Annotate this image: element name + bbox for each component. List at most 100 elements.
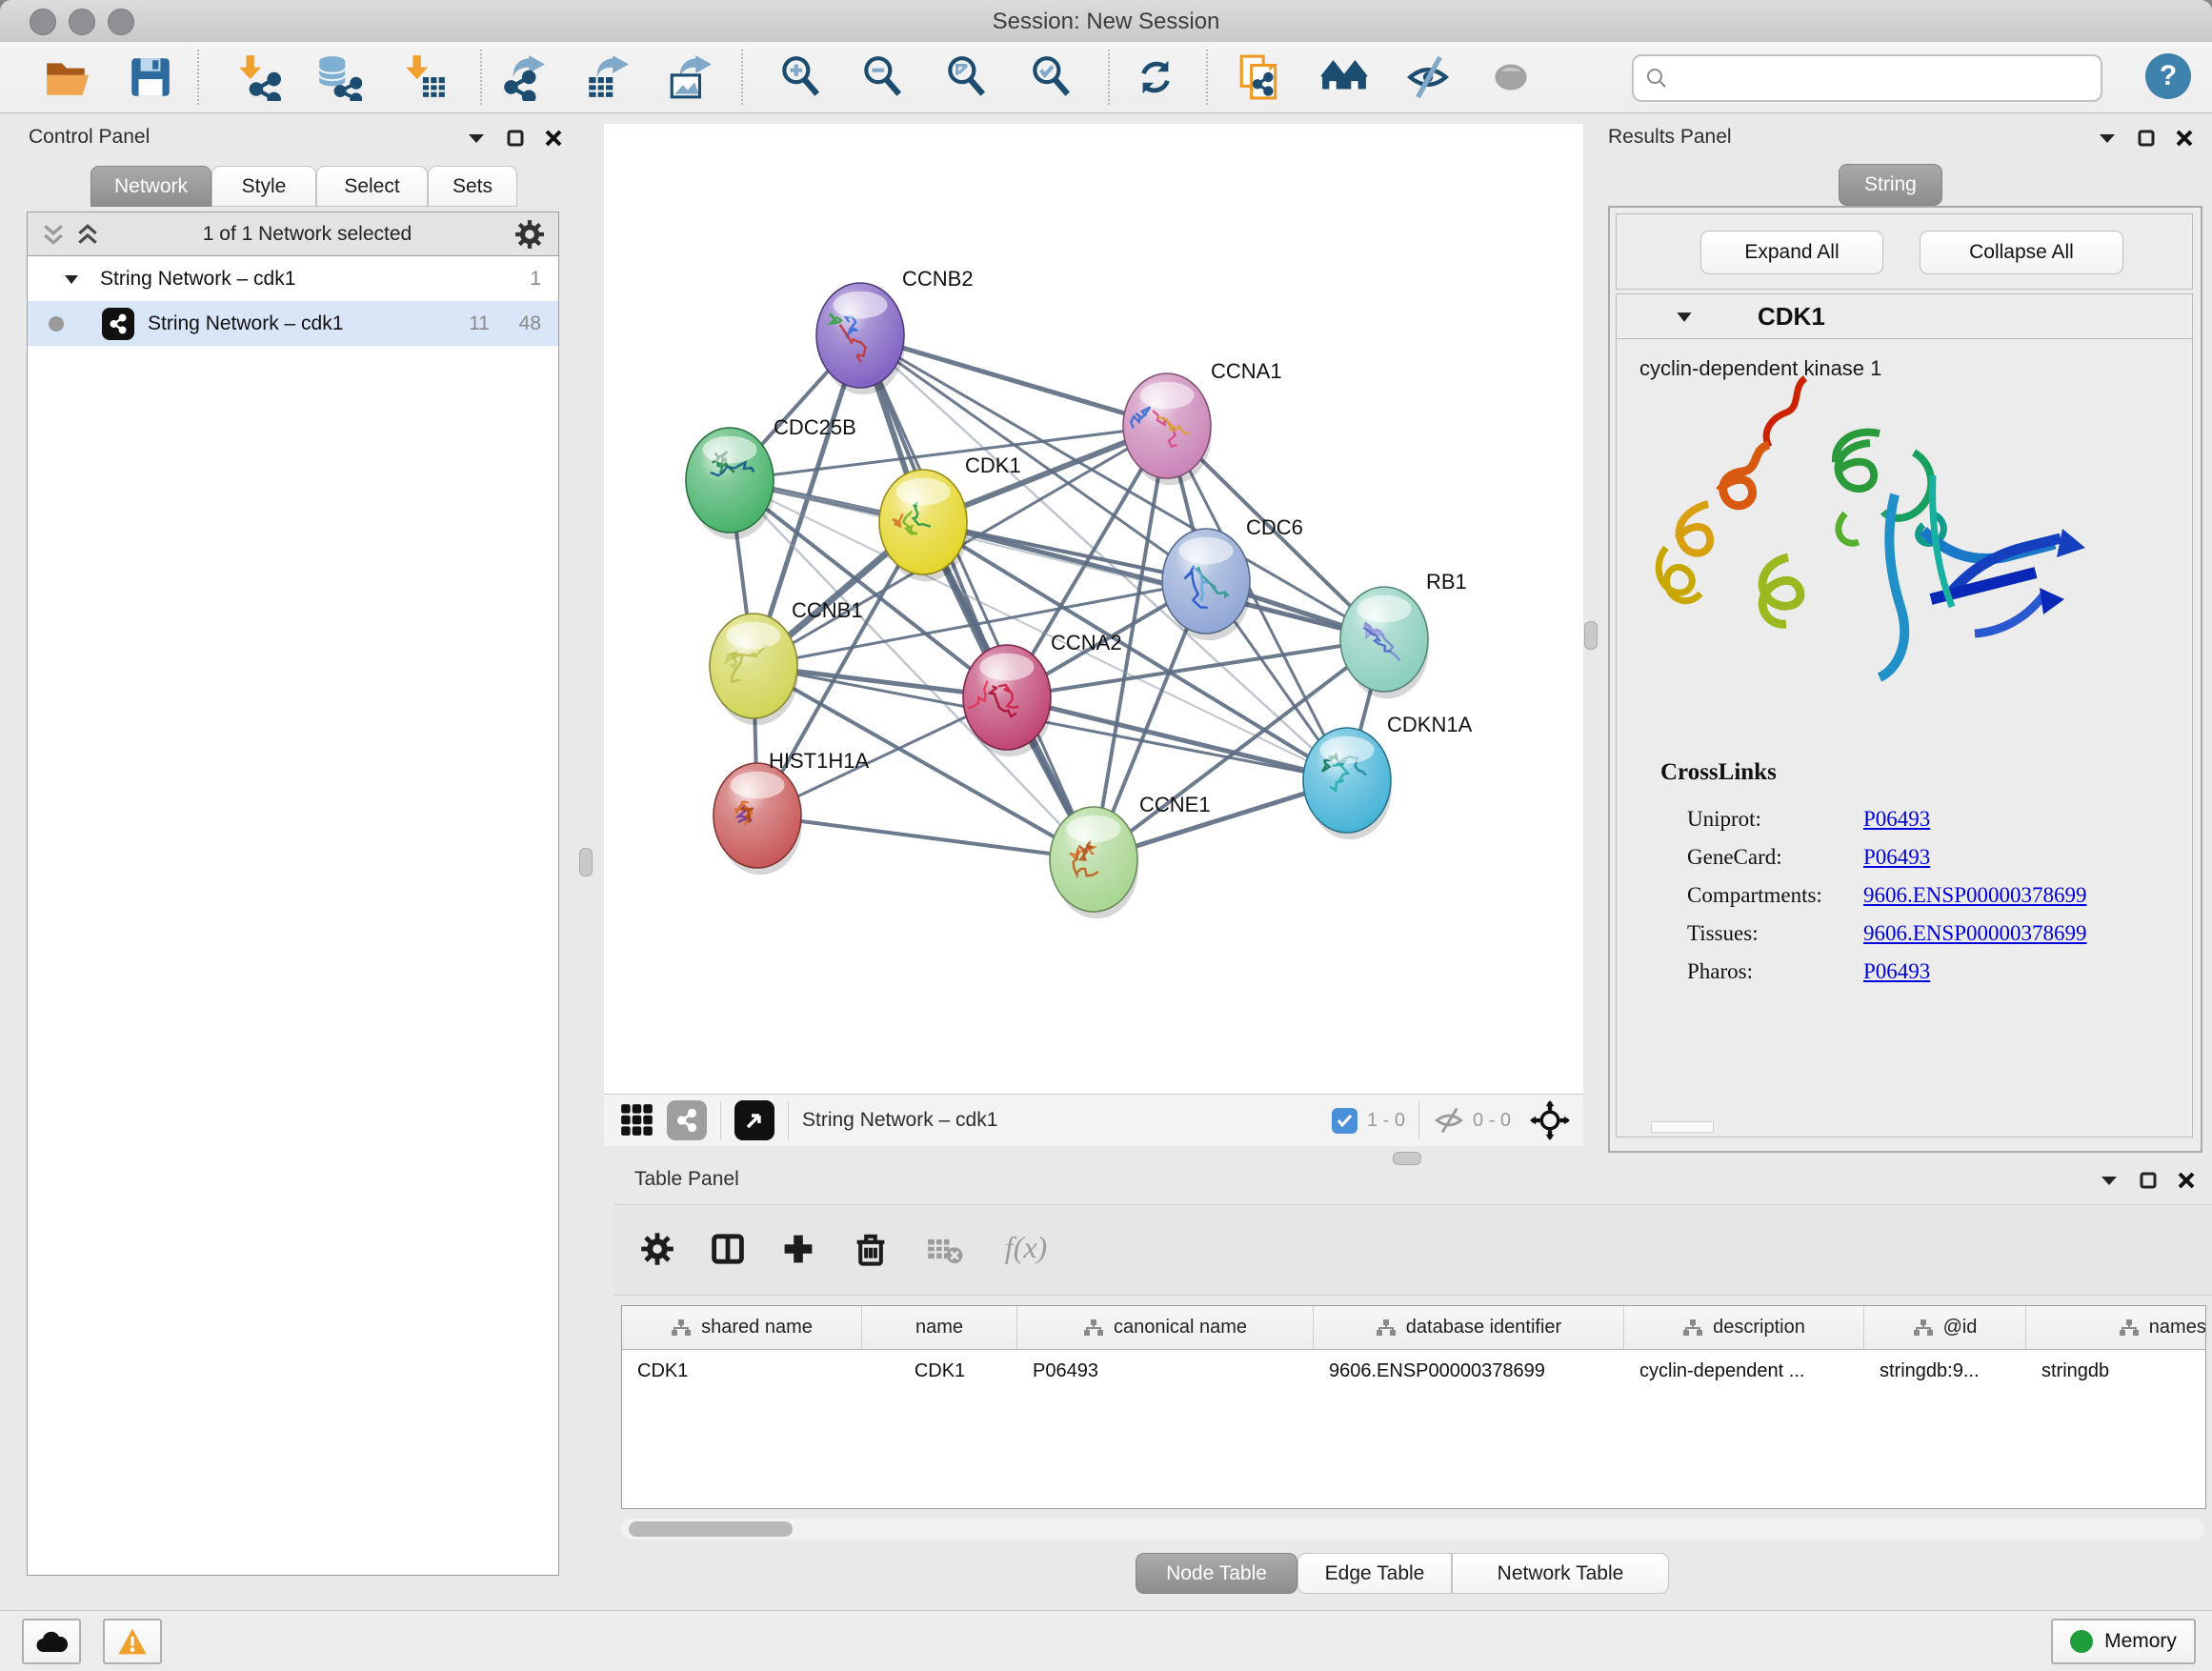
expand-all-icon[interactable]: [75, 222, 100, 247]
hidden-eye-icon: [1433, 1107, 1465, 1134]
zoom-fit-button[interactable]: [939, 52, 993, 102]
tab-node-table[interactable]: Node Table: [1136, 1553, 1297, 1594]
collapse-all-button[interactable]: Collapse All: [1920, 231, 2123, 274]
svg-text:CDC25B: CDC25B: [774, 415, 856, 439]
clone-network-button[interactable]: [1233, 52, 1286, 102]
panel-menu-icon[interactable]: [467, 131, 486, 145]
close-panel-icon[interactable]: [2176, 130, 2193, 147]
refresh-layout-button[interactable]: [1129, 52, 1182, 102]
table-options-gear-icon[interactable]: [636, 1228, 678, 1270]
save-session-button[interactable]: [124, 52, 177, 102]
float-panel-icon[interactable]: [507, 130, 524, 147]
crosslink-link[interactable]: P06493: [1863, 807, 1930, 832]
panel-menu-icon[interactable]: [2098, 131, 2117, 145]
float-panel-icon[interactable]: [2140, 1172, 2157, 1189]
table-cell[interactable]: cyclin-dependent ...: [1624, 1350, 1864, 1393]
search-input[interactable]: [1676, 67, 2101, 91]
collapse-triangle-icon[interactable]: [64, 273, 79, 285]
column-header-shared-name[interactable]: shared name: [622, 1306, 862, 1349]
import-network-file-button[interactable]: [231, 52, 285, 102]
tab-sets[interactable]: Sets: [428, 166, 517, 207]
crosslink-link[interactable]: P06493: [1863, 959, 1930, 984]
zoom-out-button[interactable]: [855, 52, 909, 102]
create-column-plus-icon[interactable]: [777, 1228, 819, 1270]
network-graph[interactable]: CCNB2CCNA1CDC25BCDK1CDC6RB1CCNB1CCNA2CDK…: [604, 124, 1583, 1094]
svg-text:CDKN1A: CDKN1A: [1387, 713, 1473, 736]
table-cell[interactable]: CDK1: [622, 1350, 862, 1393]
float-panel-icon[interactable]: [2138, 130, 2155, 147]
table-cell[interactable]: stringdb:9...: [1864, 1350, 2026, 1393]
column-header-canonical-name[interactable]: canonical name: [1017, 1306, 1314, 1349]
grid-view-icon[interactable]: [619, 1102, 655, 1138]
delete-table-icon[interactable]: [924, 1228, 966, 1270]
network-view-canvas[interactable]: CCNB2CCNA1CDC25BCDK1CDC6RB1CCNB1CCNA2CDK…: [604, 124, 1583, 1094]
window-title: Session: New Session: [0, 9, 2212, 35]
column-header-label: canonical name: [1114, 1317, 1247, 1339]
memory-button[interactable]: Memory: [2051, 1619, 2196, 1664]
table-cell[interactable]: CDK1: [862, 1350, 1017, 1393]
expand-all-button[interactable]: Expand All: [1700, 231, 1883, 274]
table-row[interactable]: CDK1CDK1P064939606.ENSP00000378699cyclin…: [622, 1350, 2205, 1393]
open-session-button[interactable]: [40, 52, 93, 102]
column-header-description[interactable]: description: [1624, 1306, 1864, 1349]
fit-content-crosshair-icon[interactable]: [1530, 1100, 1570, 1140]
column-header-label: namespace: [2149, 1317, 2206, 1339]
zoom-selected-button[interactable]: [1024, 52, 1077, 102]
tab-style[interactable]: Style: [211, 166, 316, 207]
table-cell[interactable]: P06493: [1017, 1350, 1314, 1393]
export-image-button[interactable]: [663, 52, 716, 102]
export-network-button[interactable]: [496, 52, 550, 102]
bottom-splitter-handle[interactable]: [1393, 1152, 1421, 1165]
column-header-namespace[interactable]: namespace: [2026, 1306, 2206, 1349]
selected-checkbox-icon[interactable]: [1332, 1108, 1357, 1134]
delete-column-trash-icon[interactable]: [850, 1228, 892, 1270]
column-header-database-identifier[interactable]: database identifier: [1314, 1306, 1624, 1349]
table-cell[interactable]: stringdb: [2026, 1350, 2206, 1393]
network-view-type-icon[interactable]: [667, 1100, 707, 1140]
column-header-name[interactable]: name: [862, 1306, 1017, 1349]
network-options-gear-icon[interactable]: [514, 219, 545, 250]
scrollbar-thumb[interactable]: [629, 1521, 793, 1537]
tab-string[interactable]: String: [1839, 164, 1942, 206]
column-header-label: shared name: [701, 1317, 813, 1339]
import-network-database-button[interactable]: [312, 52, 365, 102]
collapse-triangle-icon[interactable]: [1676, 311, 1693, 323]
show-column-icon[interactable]: [707, 1228, 749, 1270]
hide-unhide-button[interactable]: [1401, 52, 1455, 102]
left-splitter-handle[interactable]: [579, 848, 593, 876]
tab-network[interactable]: Network: [90, 166, 211, 207]
crosslink-link[interactable]: 9606.ENSP00000378699: [1863, 883, 2087, 908]
string-home-button[interactable]: [1317, 52, 1371, 102]
close-panel-icon[interactable]: [2178, 1172, 2195, 1189]
crosslink-label: Uniprot:: [1687, 807, 1863, 832]
show-view-button[interactable]: [1484, 52, 1538, 102]
export-table-button[interactable]: [580, 52, 633, 102]
birdseye-view-icon[interactable]: [734, 1100, 774, 1140]
network-collection-row[interactable]: String Network – cdk1 1: [28, 256, 558, 301]
horizontal-scrollbar[interactable]: [621, 1519, 2204, 1540]
collapse-all-icon[interactable]: [41, 222, 66, 247]
table-cell[interactable]: 9606.ENSP00000378699: [1314, 1350, 1624, 1393]
crosslink-link[interactable]: P06493: [1863, 845, 1930, 870]
zoom-in-button[interactable]: [774, 52, 827, 102]
import-table-file-button[interactable]: [398, 52, 452, 102]
toolbar-separator: [741, 50, 743, 105]
panel-menu-icon[interactable]: [2100, 1174, 2119, 1187]
help-button[interactable]: ?: [2145, 53, 2191, 99]
function-builder-icon[interactable]: f(x): [993, 1226, 1059, 1268]
gene-card-header[interactable]: CDK1: [1617, 294, 2192, 339]
tab-edge-table[interactable]: Edge Table: [1297, 1553, 1452, 1594]
card-scrollbar-thumb[interactable]: [1651, 1121, 1714, 1133]
warnings-button[interactable]: [103, 1619, 162, 1664]
tab-network-table[interactable]: Network Table: [1452, 1553, 1669, 1594]
close-panel-icon[interactable]: [545, 130, 562, 147]
crosslink-link[interactable]: 9606.ENSP00000378699: [1863, 921, 2087, 946]
cloud-status-button[interactable]: [22, 1619, 81, 1664]
table-header-row[interactable]: shared name name canonical name database id…: [622, 1306, 2205, 1350]
column-header--id[interactable]: @id: [1864, 1306, 2026, 1349]
selected-count: 1 - 0: [1367, 1110, 1405, 1132]
tab-select[interactable]: Select: [316, 166, 428, 207]
search-field[interactable]: [1632, 54, 2102, 102]
node-table: shared name name canonical name database id…: [621, 1305, 2206, 1509]
network-row[interactable]: String Network – cdk1 11 48: [28, 301, 558, 346]
